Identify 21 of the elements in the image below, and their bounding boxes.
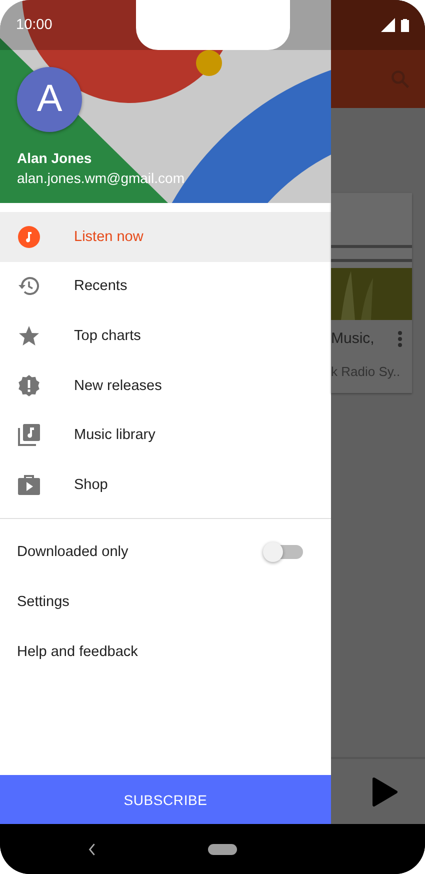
shopping-bag-icon xyxy=(17,472,41,497)
alert-badge-icon xyxy=(17,374,41,398)
drawer-menu-item[interactable]: Shop xyxy=(0,460,331,510)
drawer-menu-item[interactable]: Recents xyxy=(0,262,331,312)
star-icon xyxy=(17,324,41,348)
more-icon[interactable] xyxy=(397,330,403,348)
toggle-label: Downloaded only xyxy=(17,544,128,560)
subscribe-button[interactable]: SUBSCRIBE xyxy=(0,775,331,824)
drawer-menu-item[interactable]: New releases xyxy=(0,360,331,410)
drawer-menu-item[interactable]: Settings xyxy=(17,594,70,610)
music-note-icon xyxy=(17,224,41,249)
drawer-menu-item[interactable]: Help and feedback xyxy=(17,644,138,660)
play-icon[interactable] xyxy=(372,776,398,806)
album-title: Music, xyxy=(331,329,374,349)
home-pill[interactable] xyxy=(208,844,237,854)
signal-icon xyxy=(381,18,395,32)
music-library-icon xyxy=(17,423,41,448)
battery-icon xyxy=(401,18,409,32)
drawer-menu-item[interactable]: Top charts xyxy=(0,311,331,361)
drawer-menu-item[interactable]: Music library xyxy=(0,410,331,460)
back-icon[interactable] xyxy=(88,842,97,856)
